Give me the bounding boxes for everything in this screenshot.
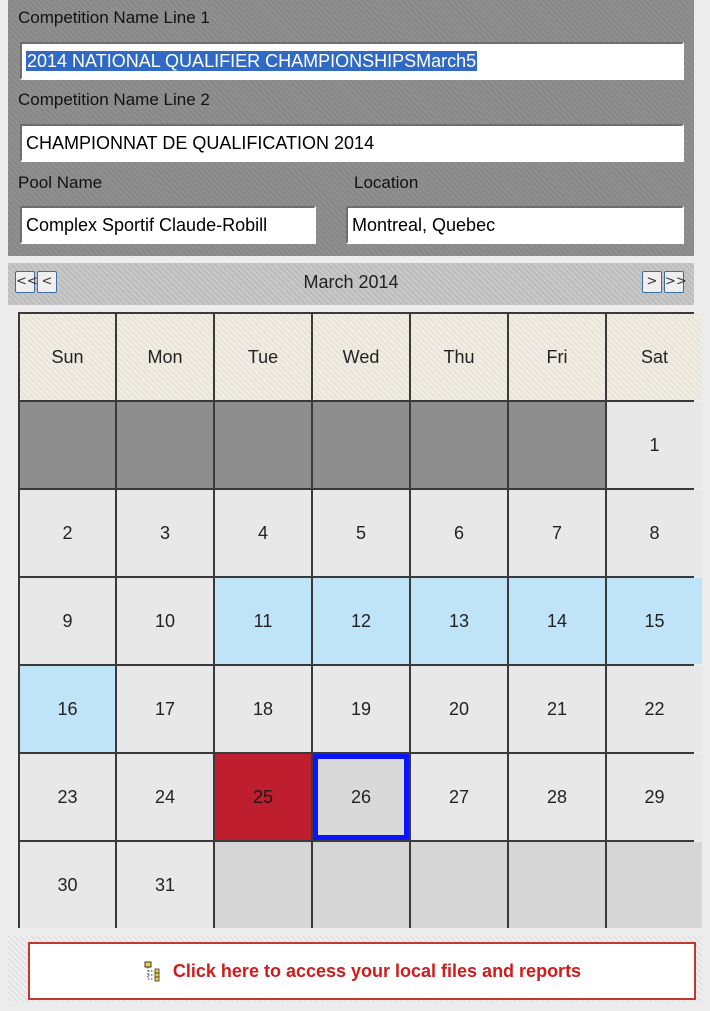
pool-name-field[interactable]: Complex Sportif Claude-Robill xyxy=(20,206,316,244)
calendar-day-8[interactable]: 8 xyxy=(607,490,702,576)
weekday-header-fri: Fri xyxy=(509,314,605,400)
calendar-day-28[interactable]: 28 xyxy=(509,754,605,840)
calendar-day-31[interactable]: 31 xyxy=(117,842,213,928)
weekday-header-sat: Sat xyxy=(607,314,702,400)
calendar-day-14[interactable]: 14 xyxy=(509,578,605,664)
calendar-day-21[interactable]: 21 xyxy=(509,666,605,752)
next-month-button[interactable]: > xyxy=(642,271,662,293)
next-year-button[interactable]: >> xyxy=(664,271,687,293)
location-field[interactable]: Montreal, Quebec xyxy=(346,206,684,244)
calendar-day-20[interactable]: 20 xyxy=(411,666,507,752)
calendar-empty-cell xyxy=(215,402,311,488)
local-files-reports-button[interactable]: Click here to access your local files an… xyxy=(28,942,696,1000)
weekday-header-mon: Mon xyxy=(117,314,213,400)
calendar-day-16[interactable]: 16 xyxy=(20,666,115,752)
calendar-day-22[interactable]: 22 xyxy=(607,666,702,752)
local-files-reports-label: Click here to access your local files an… xyxy=(172,960,582,981)
name-line-1-field[interactable]: 2014 NATIONAL QUALIFIER CHAMPIONSHIPSMar… xyxy=(20,42,684,80)
calendar-day-27[interactable]: 27 xyxy=(411,754,507,840)
calendar-grid: Sun Mon Tue Wed Thu Fri Sat 1 2 3 4 5 6 7 8 9 10 11 12 13 14… xyxy=(18,312,702,928)
calendar-header: << < March 2014 > >> xyxy=(8,263,694,305)
calendar-day-2[interactable]: 2 xyxy=(20,490,115,576)
calendar-day-3[interactable]: 3 xyxy=(117,490,213,576)
calendar-day-11[interactable]: 11 xyxy=(215,578,311,664)
weekday-header-sun: Sun xyxy=(20,314,115,400)
calendar-day-15[interactable]: 15 xyxy=(607,578,702,664)
calendar-day-19[interactable]: 19 xyxy=(313,666,409,752)
name-line-2-field[interactable]: CHAMPIONNAT DE QUALIFICATION 2014 xyxy=(20,124,684,162)
calendar-day-17[interactable]: 17 xyxy=(117,666,213,752)
calendar-day-7[interactable]: 7 xyxy=(509,490,605,576)
calendar-empty-cell xyxy=(215,842,311,928)
calendar-day-10[interactable]: 10 xyxy=(117,578,213,664)
calendar-day-13[interactable]: 13 xyxy=(411,578,507,664)
name-line-1-value: 2014 NATIONAL QUALIFIER CHAMPIONSHIPSMar… xyxy=(26,51,478,71)
calendar-empty-cell xyxy=(411,402,507,488)
calendar-day-26[interactable]: 26 xyxy=(313,754,409,840)
weekday-header-thu: Thu xyxy=(411,314,507,400)
calendar-empty-cell xyxy=(607,842,702,928)
footer-area: Click here to access your local files an… xyxy=(8,936,702,1002)
weekday-header-tue: Tue xyxy=(215,314,311,400)
calendar-day-9[interactable]: 9 xyxy=(20,578,115,664)
calendar-day-24[interactable]: 24 xyxy=(117,754,213,840)
tree-structure-icon xyxy=(144,961,160,982)
calendar-day-4[interactable]: 4 xyxy=(215,490,311,576)
calendar-empty-cell xyxy=(313,842,409,928)
pool-name-label: Pool Name xyxy=(18,173,103,192)
location-label: Location xyxy=(354,173,419,192)
calendar-empty-cell xyxy=(20,402,115,488)
calendar-day-18[interactable]: 18 xyxy=(215,666,311,752)
competition-info-panel: Competition Name Line 1 2014 NATIONAL QU… xyxy=(8,0,694,256)
calendar-day-6[interactable]: 6 xyxy=(411,490,507,576)
calendar-day-23[interactable]: 23 xyxy=(20,754,115,840)
calendar-empty-cell xyxy=(509,402,605,488)
calendar-empty-cell xyxy=(117,402,213,488)
weekday-header-wed: Wed xyxy=(313,314,409,400)
calendar-day-12[interactable]: 12 xyxy=(313,578,409,664)
month-title: March 2014 xyxy=(303,272,399,292)
calendar-day-29[interactable]: 29 xyxy=(607,754,702,840)
calendar-day-30[interactable]: 30 xyxy=(20,842,115,928)
calendar-day-5[interactable]: 5 xyxy=(313,490,409,576)
calendar-empty-cell xyxy=(411,842,507,928)
name-line-1-label: Competition Name Line 1 xyxy=(18,8,210,27)
calendar-empty-cell xyxy=(313,402,409,488)
calendar-empty-cell xyxy=(509,842,605,928)
name-line-2-label: Competition Name Line 2 xyxy=(18,90,210,109)
calendar-day-25[interactable]: 25 xyxy=(215,754,311,840)
calendar-day-1[interactable]: 1 xyxy=(607,402,702,488)
